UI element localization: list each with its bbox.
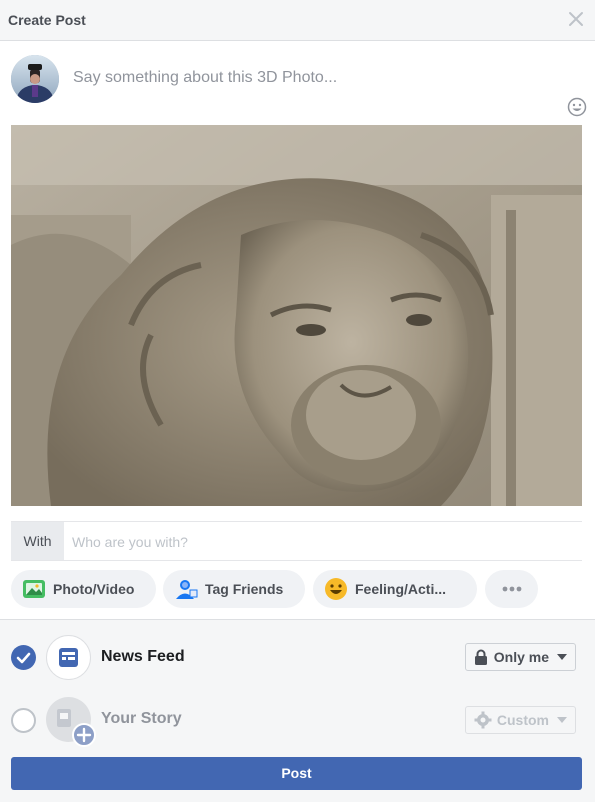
lock-icon (474, 649, 487, 665)
news-feed-privacy-button[interactable]: Only me (464, 643, 576, 671)
avatar (11, 55, 59, 103)
smiley-icon[interactable] (567, 97, 587, 117)
your-story-privacy-button[interactable]: Custom (464, 706, 576, 734)
3d-photo-preview[interactable] (11, 125, 582, 506)
news-feed-privacy-label: Only me (493, 649, 549, 665)
more-icon (502, 586, 521, 592)
tag-friends-button[interactable]: Tag Friends (163, 570, 305, 608)
gear-icon (474, 711, 492, 729)
close-icon[interactable] (567, 10, 585, 28)
news-feed-icon (46, 635, 91, 680)
chevron-down-icon (557, 654, 567, 660)
dialog-header: Create Post (0, 0, 595, 41)
tag-friends-icon (176, 580, 198, 599)
audience-section: News Feed Only me Your Story Custom Post (0, 619, 595, 802)
post-button[interactable]: Post (11, 757, 582, 790)
with-label: With (11, 522, 64, 560)
dialog-title: Create Post (8, 12, 86, 28)
your-story-radio[interactable] (11, 708, 36, 733)
tag-friends-label: Tag Friends (205, 581, 284, 597)
feeling-activity-label: Feeling/Acti... (355, 581, 447, 597)
photo-video-icon (23, 580, 45, 598)
news-feed-label: News Feed (101, 648, 185, 665)
with-friends-input[interactable]: Who are you with? (72, 534, 188, 550)
add-story-icon (72, 723, 96, 747)
post-text-input[interactable]: Say something about this 3D Photo... (73, 69, 337, 87)
your-story-label: Your Story (101, 710, 182, 727)
photo-video-button[interactable]: Photo/Video (11, 570, 156, 608)
chevron-down-icon (557, 717, 567, 723)
feeling-activity-button[interactable]: Feeling/Acti... (313, 570, 477, 608)
composer: Say something about this 3D Photo... (0, 41, 595, 125)
photo-video-label: Photo/Video (53, 581, 135, 597)
news-feed-checkbox[interactable] (11, 645, 36, 670)
with-row: With Who are you with? (11, 521, 582, 561)
more-actions-button[interactable] (485, 570, 538, 608)
feeling-icon (325, 578, 347, 600)
your-story-privacy-label: Custom (496, 712, 549, 728)
check-icon (16, 652, 31, 664)
